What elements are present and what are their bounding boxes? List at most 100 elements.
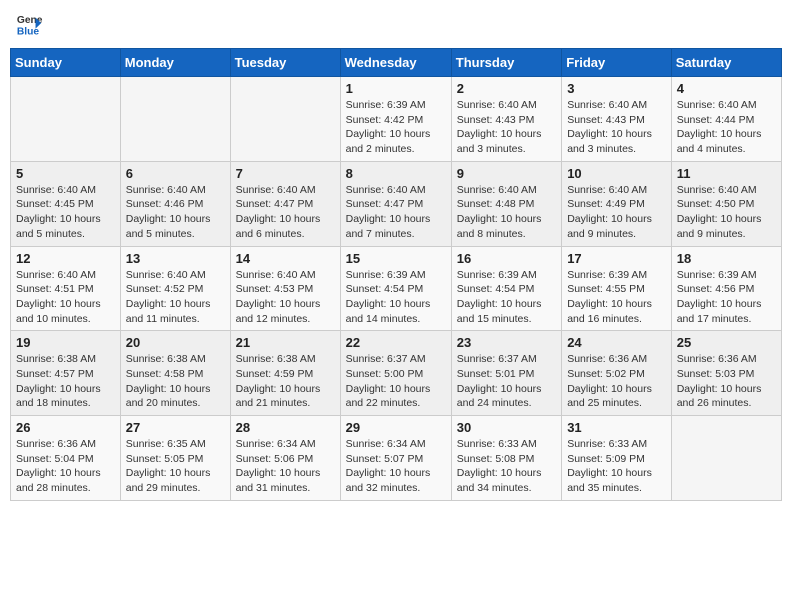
day-info: Sunrise: 6:40 AM Sunset: 4:48 PM Dayligh…	[457, 183, 556, 242]
day-number: 11	[677, 166, 776, 181]
weekday-header-tuesday: Tuesday	[230, 49, 340, 77]
day-info: Sunrise: 6:39 AM Sunset: 4:54 PM Dayligh…	[457, 268, 556, 327]
day-info: Sunrise: 6:40 AM Sunset: 4:49 PM Dayligh…	[567, 183, 666, 242]
calendar-cell: 28 Sunrise: 6:34 AM Sunset: 5:06 PM Dayli…	[230, 416, 340, 501]
day-info: Sunrise: 6:40 AM Sunset: 4:47 PM Dayligh…	[236, 183, 335, 242]
day-number: 6	[126, 166, 225, 181]
day-info: Sunrise: 6:36 AM Sunset: 5:03 PM Dayligh…	[677, 352, 776, 411]
logo: General Blue	[15, 10, 43, 38]
calendar-cell: 22 Sunrise: 6:37 AM Sunset: 5:00 PM Dayli…	[340, 331, 451, 416]
page-header: General Blue	[10, 10, 782, 38]
calendar-week-4: 19 Sunrise: 6:38 AM Sunset: 4:57 PM Dayli…	[11, 331, 782, 416]
weekday-header-wednesday: Wednesday	[340, 49, 451, 77]
calendar-cell: 30Sunrise: 6:33 AM Sunset: 5:08 PM Dayli…	[451, 416, 561, 501]
day-info: Sunrise: 6:39 AM Sunset: 4:55 PM Dayligh…	[567, 268, 666, 327]
calendar-week-1: 1 Sunrise: 6:39 AM Sunset: 4:42 PM Daylig…	[11, 77, 782, 162]
calendar-cell: 6 Sunrise: 6:40 AM Sunset: 4:46 PM Daylig…	[120, 161, 230, 246]
weekday-header-sunday: Sunday	[11, 49, 121, 77]
weekday-header-monday: Monday	[120, 49, 230, 77]
day-info: Sunrise: 6:38 AM Sunset: 4:58 PM Dayligh…	[126, 352, 225, 411]
calendar-cell: 18Sunrise: 6:39 AM Sunset: 4:56 PM Dayli…	[671, 246, 781, 331]
calendar-week-5: 26 Sunrise: 6:36 AM Sunset: 5:04 PM Dayli…	[11, 416, 782, 501]
day-number: 14	[236, 251, 335, 266]
day-number: 26	[16, 420, 115, 435]
day-info: Sunrise: 6:35 AM Sunset: 5:05 PM Dayligh…	[126, 437, 225, 496]
calendar-cell: 5 Sunrise: 6:40 AM Sunset: 4:45 PM Daylig…	[11, 161, 121, 246]
calendar-week-3: 12Sunrise: 6:40 AM Sunset: 4:51 PM Dayli…	[11, 246, 782, 331]
day-number: 28	[236, 420, 335, 435]
calendar-cell: 1 Sunrise: 6:39 AM Sunset: 4:42 PM Daylig…	[340, 77, 451, 162]
day-info: Sunrise: 6:40 AM Sunset: 4:53 PM Dayligh…	[236, 268, 335, 327]
day-number: 19	[16, 335, 115, 350]
weekday-header-thursday: Thursday	[451, 49, 561, 77]
calendar-cell: 19 Sunrise: 6:38 AM Sunset: 4:57 PM Dayli…	[11, 331, 121, 416]
calendar-cell: 25Sunrise: 6:36 AM Sunset: 5:03 PM Dayli…	[671, 331, 781, 416]
day-info: Sunrise: 6:39 AM Sunset: 4:54 PM Dayligh…	[346, 268, 446, 327]
day-info: Sunrise: 6:37 AM Sunset: 5:00 PM Dayligh…	[346, 352, 446, 411]
calendar-cell	[671, 416, 781, 501]
day-info: Sunrise: 6:40 AM Sunset: 4:50 PM Dayligh…	[677, 183, 776, 242]
weekday-header-row: SundayMondayTuesdayWednesdayThursdayFrid…	[11, 49, 782, 77]
calendar-cell	[120, 77, 230, 162]
day-number: 5	[16, 166, 115, 181]
day-info: Sunrise: 6:39 AM Sunset: 4:42 PM Dayligh…	[346, 98, 446, 157]
calendar-cell: 13Sunrise: 6:40 AM Sunset: 4:52 PM Dayli…	[120, 246, 230, 331]
day-number: 24	[567, 335, 666, 350]
day-info: Sunrise: 6:36 AM Sunset: 5:02 PM Dayligh…	[567, 352, 666, 411]
day-number: 15	[346, 251, 446, 266]
day-info: Sunrise: 6:40 AM Sunset: 4:44 PM Dayligh…	[677, 98, 776, 157]
calendar-cell: 24 Sunrise: 6:36 AM Sunset: 5:02 PM Dayli…	[562, 331, 672, 416]
day-number: 4	[677, 81, 776, 96]
calendar-cell: 16 Sunrise: 6:39 AM Sunset: 4:54 PM Dayli…	[451, 246, 561, 331]
day-info: Sunrise: 6:40 AM Sunset: 4:45 PM Dayligh…	[16, 183, 115, 242]
day-number: 2	[457, 81, 556, 96]
calendar-cell: 12Sunrise: 6:40 AM Sunset: 4:51 PM Dayli…	[11, 246, 121, 331]
day-info: Sunrise: 6:38 AM Sunset: 4:57 PM Dayligh…	[16, 352, 115, 411]
day-number: 31	[567, 420, 666, 435]
calendar-cell: 3 Sunrise: 6:40 AM Sunset: 4:43 PM Daylig…	[562, 77, 672, 162]
day-number: 3	[567, 81, 666, 96]
day-number: 8	[346, 166, 446, 181]
calendar-cell: 4 Sunrise: 6:40 AM Sunset: 4:44 PM Daylig…	[671, 77, 781, 162]
day-info: Sunrise: 6:40 AM Sunset: 4:43 PM Dayligh…	[457, 98, 556, 157]
calendar-cell	[11, 77, 121, 162]
calendar-cell	[230, 77, 340, 162]
calendar-cell: 2 Sunrise: 6:40 AM Sunset: 4:43 PM Daylig…	[451, 77, 561, 162]
day-number: 7	[236, 166, 335, 181]
calendar-cell: 15 Sunrise: 6:39 AM Sunset: 4:54 PM Dayli…	[340, 246, 451, 331]
calendar-cell: 10Sunrise: 6:40 AM Sunset: 4:49 PM Dayli…	[562, 161, 672, 246]
logo-icon: General Blue	[15, 10, 43, 38]
calendar-cell: 14 Sunrise: 6:40 AM Sunset: 4:53 PM Dayli…	[230, 246, 340, 331]
day-info: Sunrise: 6:37 AM Sunset: 5:01 PM Dayligh…	[457, 352, 556, 411]
day-number: 9	[457, 166, 556, 181]
day-info: Sunrise: 6:33 AM Sunset: 5:09 PM Dayligh…	[567, 437, 666, 496]
day-number: 1	[346, 81, 446, 96]
day-number: 23	[457, 335, 556, 350]
day-info: Sunrise: 6:40 AM Sunset: 4:47 PM Dayligh…	[346, 183, 446, 242]
day-info: Sunrise: 6:33 AM Sunset: 5:08 PM Dayligh…	[457, 437, 556, 496]
day-number: 22	[346, 335, 446, 350]
calendar-cell: 8 Sunrise: 6:40 AM Sunset: 4:47 PM Daylig…	[340, 161, 451, 246]
day-info: Sunrise: 6:40 AM Sunset: 4:46 PM Dayligh…	[126, 183, 225, 242]
calendar-cell: 7 Sunrise: 6:40 AM Sunset: 4:47 PM Daylig…	[230, 161, 340, 246]
weekday-header-saturday: Saturday	[671, 49, 781, 77]
day-number: 13	[126, 251, 225, 266]
day-number: 21	[236, 335, 335, 350]
day-info: Sunrise: 6:38 AM Sunset: 4:59 PM Dayligh…	[236, 352, 335, 411]
calendar-cell: 23 Sunrise: 6:37 AM Sunset: 5:01 PM Dayli…	[451, 331, 561, 416]
day-number: 29	[346, 420, 446, 435]
day-number: 20	[126, 335, 225, 350]
day-info: Sunrise: 6:36 AM Sunset: 5:04 PM Dayligh…	[16, 437, 115, 496]
weekday-header-friday: Friday	[562, 49, 672, 77]
calendar-cell: 31 Sunrise: 6:33 AM Sunset: 5:09 PM Dayli…	[562, 416, 672, 501]
calendar-cell: 20 Sunrise: 6:38 AM Sunset: 4:58 PM Dayli…	[120, 331, 230, 416]
day-info: Sunrise: 6:34 AM Sunset: 5:07 PM Dayligh…	[346, 437, 446, 496]
day-number: 12	[16, 251, 115, 266]
day-info: Sunrise: 6:34 AM Sunset: 5:06 PM Dayligh…	[236, 437, 335, 496]
calendar-cell: 27 Sunrise: 6:35 AM Sunset: 5:05 PM Dayli…	[120, 416, 230, 501]
day-number: 18	[677, 251, 776, 266]
day-number: 27	[126, 420, 225, 435]
calendar-cell: 29 Sunrise: 6:34 AM Sunset: 5:07 PM Dayli…	[340, 416, 451, 501]
day-number: 16	[457, 251, 556, 266]
day-info: Sunrise: 6:40 AM Sunset: 4:43 PM Dayligh…	[567, 98, 666, 157]
